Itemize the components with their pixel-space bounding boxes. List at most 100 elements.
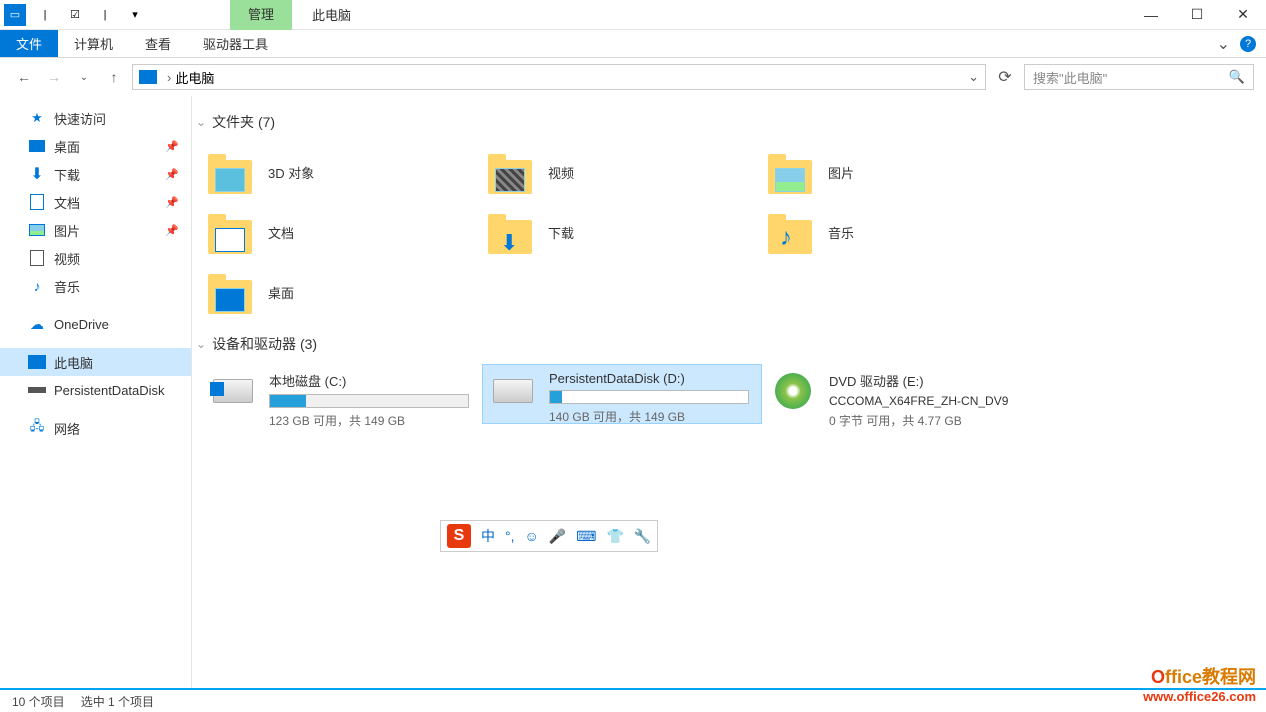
close-button[interactable]: ✕ [1220, 0, 1266, 30]
cloud-icon: ☁ [28, 315, 46, 333]
folder-item-videos[interactable]: 视频 [482, 142, 762, 202]
sidebar-item-label: 视频 [54, 249, 80, 268]
folder-item-music[interactable]: ♪ 音乐 [762, 202, 1042, 262]
sidebar-item-desktop[interactable]: 桌面 📌 [0, 132, 191, 160]
picture-icon [28, 221, 46, 239]
group-header-label: 设备和驱动器 (3) [212, 334, 317, 354]
forward-button[interactable]: → [42, 65, 66, 89]
pc-icon [28, 353, 46, 371]
pin-icon: 📌 [165, 224, 179, 237]
address-row: ← → ⌄ ↑ › 此电脑 ⌄ ⟳ 搜索"此电脑" 🔍 [0, 58, 1266, 96]
ribbon-tab-drive-tools[interactable]: 驱动器工具 [187, 30, 284, 57]
ribbon-collapse-icon[interactable]: ⌄ [1217, 34, 1230, 54]
ime-toolbar[interactable]: S 中 °, ☺ 🎤 ⌨ 👕 🔧 [440, 520, 658, 552]
folder-label: 文档 [268, 223, 294, 242]
chevron-down-icon: ⌄ [196, 115, 206, 129]
folder-icon [486, 148, 534, 196]
folder-item-pictures[interactable]: 图片 [762, 142, 1042, 202]
window-controls: — ☐ ✕ [1128, 0, 1266, 30]
folder-icon: ♪ [766, 208, 814, 256]
breadcrumb-location[interactable]: 此电脑 [175, 68, 214, 87]
sidebar-item-downloads[interactable]: ⬇ 下载 📌 [0, 160, 191, 188]
maximize-button[interactable]: ☐ [1174, 0, 1220, 30]
recent-dropdown[interactable]: ⌄ [72, 65, 96, 89]
folder-item-downloads[interactable]: ⬇ 下载 [482, 202, 762, 262]
app-icon[interactable]: ▭ [4, 4, 26, 26]
qat-dropdown-icon[interactable]: ▾ [124, 4, 146, 26]
sidebar-item-persistent-disk[interactable]: PersistentDataDisk [0, 376, 191, 404]
folder-icon [206, 148, 254, 196]
sidebar-item-onedrive[interactable]: ☁ OneDrive [0, 310, 191, 338]
drive-name: 本地磁盘 (C:) [269, 371, 475, 390]
ime-logo-icon[interactable]: S [447, 524, 471, 548]
sidebar-item-pictures[interactable]: 图片 📌 [0, 216, 191, 244]
folder-icon: ⬇ [486, 208, 534, 256]
address-bar[interactable]: › 此电脑 ⌄ [132, 64, 986, 90]
sidebar-item-network[interactable]: 🖧 网络 [0, 414, 191, 442]
properties-icon[interactable]: ☑ [64, 4, 86, 26]
ime-emoji-icon[interactable]: ☺ [525, 528, 539, 544]
main-area: ★ 快速访问 桌面 📌 ⬇ 下载 📌 文档 📌 图片 📌 视频 ♪ [0, 96, 1266, 688]
sidebar-item-label: OneDrive [54, 317, 109, 332]
qat-divider: | [94, 4, 116, 26]
drive-icon [209, 371, 257, 411]
ime-punct-icon[interactable]: °, [505, 528, 515, 544]
drive-usage-bar [549, 390, 749, 404]
folder-label: 图片 [828, 163, 854, 182]
drive-bar-fill-d [550, 391, 562, 403]
group-header-folders[interactable]: ⌄ 文件夹 (7) [196, 112, 1266, 132]
folder-item-3d[interactable]: 3D 对象 [202, 142, 482, 202]
ribbon-tab-computer[interactable]: 计算机 [58, 30, 129, 57]
sidebar-item-videos[interactable]: 视频 [0, 244, 191, 272]
drive-item-e[interactable]: DVD 驱动器 (E:) CCCOMA_X64FRE_ZH-CN_DV9 0 字… [762, 364, 1042, 424]
refresh-button[interactable]: ⟳ [992, 64, 1018, 90]
sidebar-item-music[interactable]: ♪ 音乐 [0, 272, 191, 300]
watermark-url: www.office26.com [1143, 689, 1256, 704]
sidebar-item-label: 音乐 [54, 277, 80, 296]
up-button[interactable]: ↑ [102, 65, 126, 89]
location-icon [139, 70, 157, 84]
network-icon: 🖧 [28, 419, 46, 437]
back-button[interactable]: ← [12, 65, 36, 89]
folder-item-documents[interactable]: 文档 [202, 202, 482, 262]
quick-access-toolbar: ▭ | ☑ | ▾ [0, 4, 150, 26]
minimize-button[interactable]: — [1128, 0, 1174, 30]
titlebar: ▭ | ☑ | ▾ 管理 此电脑 — ☐ ✕ [0, 0, 1266, 30]
chevron-down-icon: ⌄ [196, 337, 206, 351]
folder-icon [206, 268, 254, 316]
breadcrumb-chevron-icon: › [167, 70, 171, 85]
ribbon-tab-file[interactable]: 文件 [0, 30, 58, 57]
ime-voice-icon[interactable]: 🎤 [549, 528, 566, 545]
sidebar-item-label: 网络 [54, 419, 80, 438]
search-input[interactable]: 搜索"此电脑" 🔍 [1024, 64, 1254, 90]
ime-skin-icon[interactable]: 👕 [606, 528, 623, 545]
ribbon-context-tab-manage[interactable]: 管理 [230, 0, 292, 30]
drive-name: PersistentDataDisk (D:) [549, 371, 755, 386]
ime-toolbox-icon[interactable]: 🔧 [634, 528, 651, 545]
drive-usage-bar [269, 394, 469, 408]
drive-item-c[interactable]: 本地磁盘 (C:) 123 GB 可用，共 149 GB [202, 364, 482, 424]
drive-item-d[interactable]: PersistentDataDisk (D:) 140 GB 可用，共 149 … [482, 364, 762, 424]
ime-lang-button[interactable]: 中 [481, 526, 495, 546]
dvd-icon [769, 371, 817, 411]
sidebar-item-label: PersistentDataDisk [54, 383, 165, 398]
qat-divider: | [34, 4, 56, 26]
sidebar-item-label: 此电脑 [54, 353, 93, 372]
folder-label: 视频 [548, 163, 574, 182]
folder-label: 桌面 [268, 283, 294, 302]
watermark-logo: O [1151, 667, 1165, 687]
sidebar-item-quick-access[interactable]: ★ 快速访问 [0, 104, 191, 132]
folder-item-desktop[interactable]: 桌面 [202, 262, 482, 322]
ime-keyboard-icon[interactable]: ⌨ [576, 528, 596, 545]
group-header-label: 文件夹 (7) [212, 112, 275, 132]
group-header-drives[interactable]: ⌄ 设备和驱动器 (3) [196, 334, 1266, 354]
pin-icon: 📌 [165, 140, 179, 153]
drive-usage-text: 140 GB 可用，共 149 GB [549, 408, 755, 425]
sidebar-item-this-pc[interactable]: 此电脑 [0, 348, 191, 376]
sidebar-item-documents[interactable]: 文档 📌 [0, 188, 191, 216]
status-bar: 10 个项目 选中 1 个项目 [0, 688, 1266, 712]
address-dropdown-icon[interactable]: ⌄ [968, 69, 979, 85]
help-icon[interactable]: ? [1240, 36, 1256, 52]
pin-icon: 📌 [165, 196, 179, 209]
ribbon-tab-view[interactable]: 查看 [129, 30, 187, 57]
